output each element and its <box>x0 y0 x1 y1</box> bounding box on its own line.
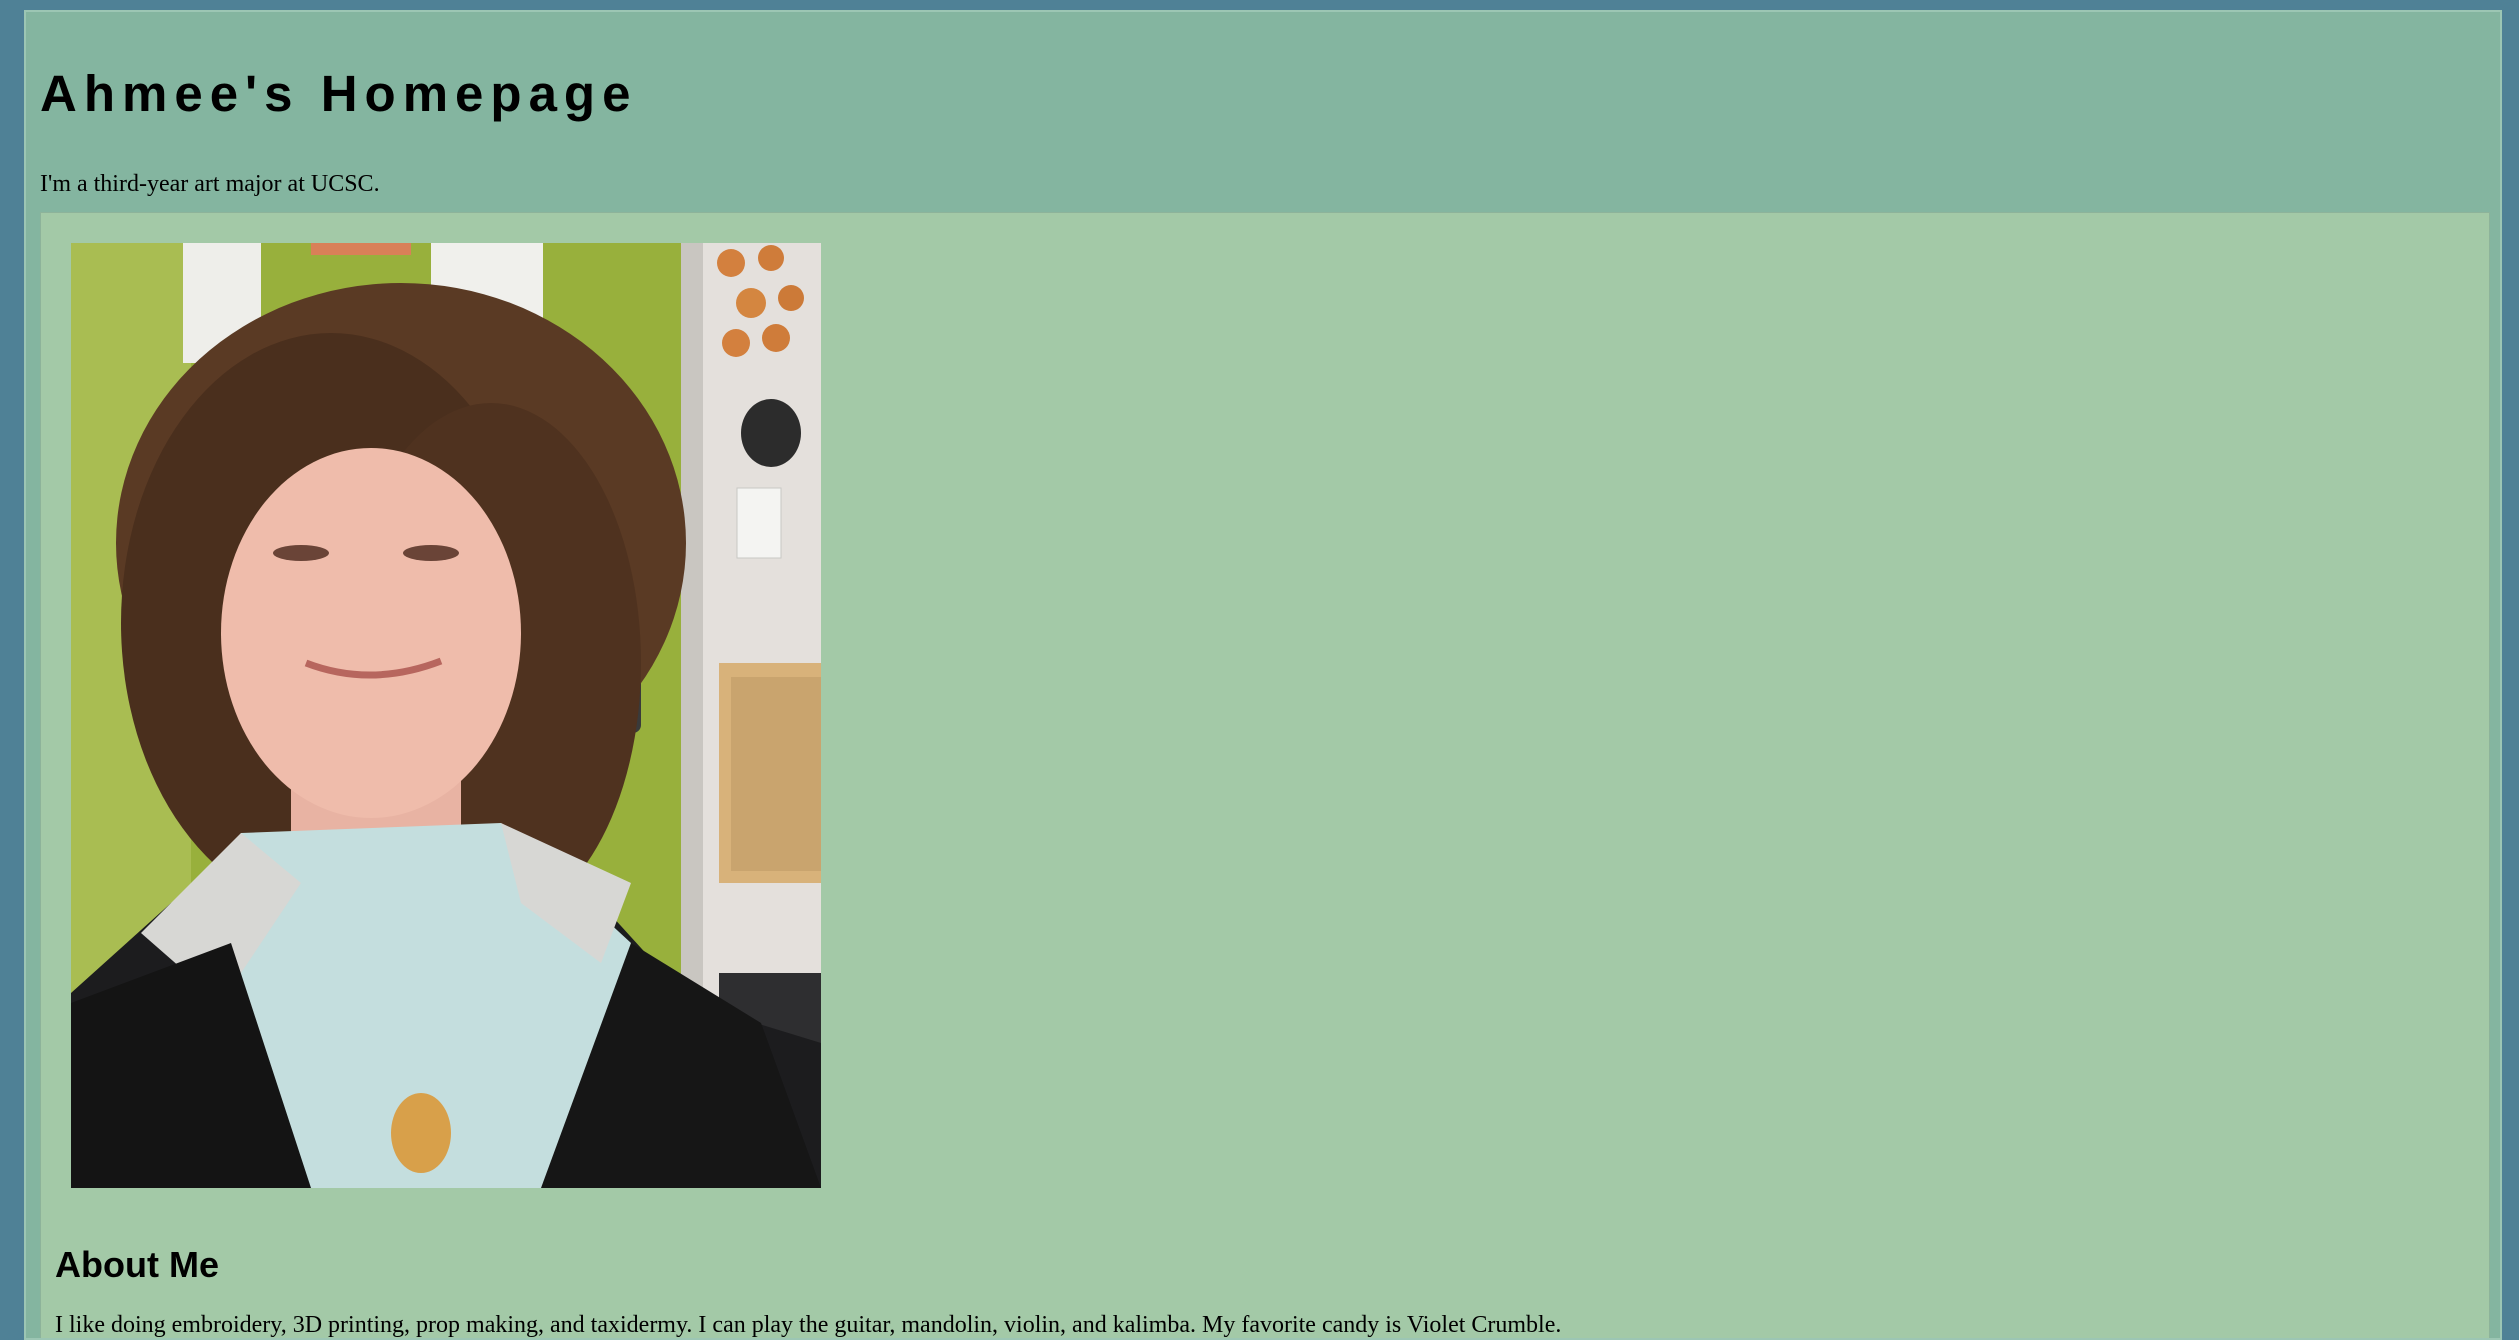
page-container: Ahmee's Homepage I'm a third-year art ma… <box>24 10 2502 1340</box>
profile-photo <box>71 243 821 1188</box>
content-panel: About Me I like doing embroidery, 3D pri… <box>40 212 2490 1338</box>
page-tagline: I'm a third-year art major at UCSC. <box>40 171 380 197</box>
about-me-heading: About Me <box>55 1244 219 1285</box>
profile-photo-image <box>71 243 821 1188</box>
about-me-text: I like doing embroidery, 3D printing, pr… <box>55 1312 1562 1338</box>
page-title: Ahmee's Homepage <box>40 65 638 122</box>
